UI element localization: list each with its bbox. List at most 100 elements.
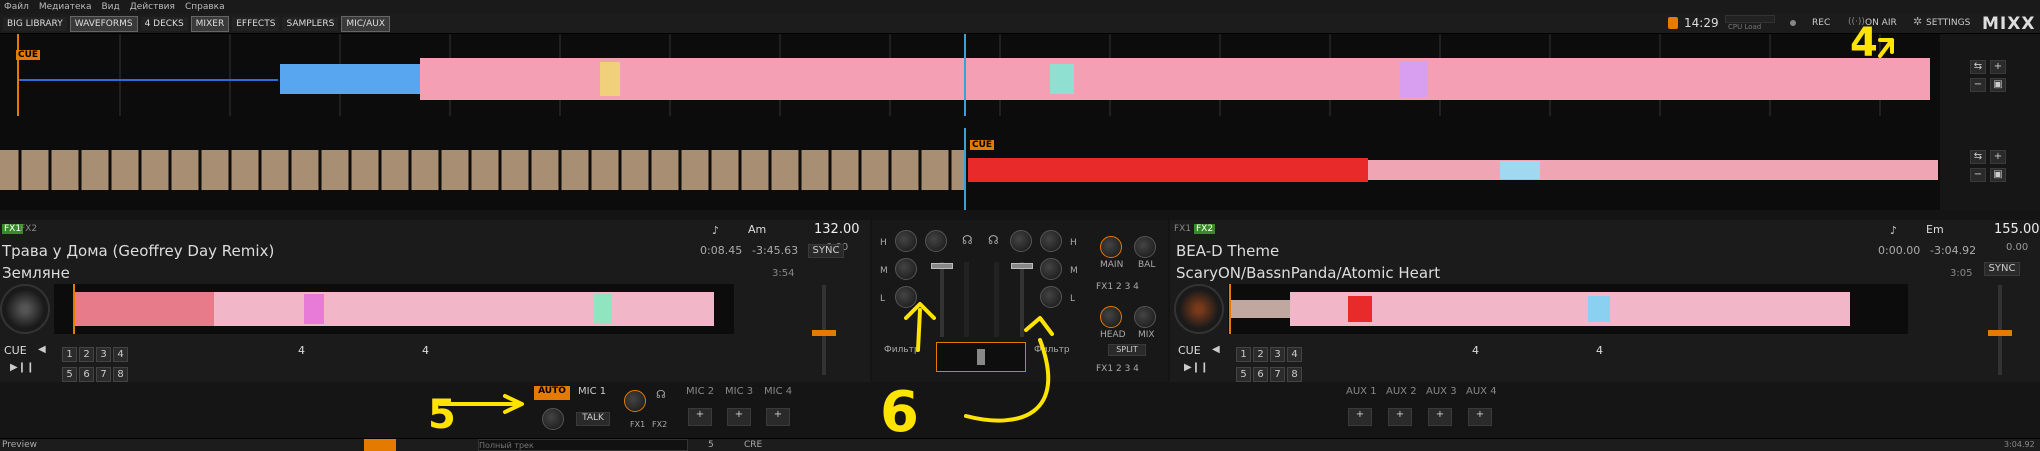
deck2-volume-cap[interactable] xyxy=(1011,263,1033,269)
deck2-eq-mid-knob[interactable] xyxy=(1040,258,1062,280)
deck2-volume-fader[interactable] xyxy=(1020,262,1024,337)
deck1-spinny[interactable] xyxy=(0,284,50,334)
deck1-fx2-toggle[interactable]: FX2 xyxy=(20,224,37,234)
deck2-lock-icon[interactable]: ▣ xyxy=(1990,168,2006,182)
mic1-headphones-icon[interactable]: ☊ xyxy=(656,388,666,401)
aux3-expand-icon[interactable]: + xyxy=(1428,408,1452,426)
deck2-eq-low-knob[interactable] xyxy=(1040,286,1062,308)
aux2-expand-icon[interactable]: + xyxy=(1388,408,1412,426)
deck2-beatjump-size[interactable]: 4 xyxy=(1596,344,1603,357)
fx-assign-3[interactable]: 3 xyxy=(1125,282,1131,292)
deck1-loop-size[interactable]: 4 xyxy=(298,344,305,357)
deck1-overview[interactable] xyxy=(54,284,734,334)
deck1-hotcue-7[interactable]: 7 xyxy=(96,367,111,382)
preview-deck-button[interactable] xyxy=(364,439,396,451)
headphone-gain-knob[interactable] xyxy=(1100,306,1122,328)
menu-file[interactable]: Файл xyxy=(4,2,29,12)
mic3-expand-icon[interactable]: + xyxy=(727,408,751,426)
mic4-expand-icon[interactable]: + xyxy=(766,408,790,426)
deck1-hotcue-1[interactable]: 1 xyxy=(62,347,77,362)
deck2-rate-handle[interactable] xyxy=(1988,330,2012,336)
deck2-waveform[interactable]: CUE xyxy=(0,128,1940,210)
deck2-hotcue-4[interactable]: 4 xyxy=(1287,347,1302,362)
talk-button[interactable]: TALK xyxy=(576,412,610,426)
deck2-cue-flag[interactable]: CUE xyxy=(970,140,995,150)
deck2-bpm[interactable]: 155.00 xyxy=(1994,222,2040,237)
deck1-cue-flag[interactable]: CUE xyxy=(16,50,41,60)
split-button[interactable]: SPLIT xyxy=(1108,344,1146,356)
deck2-key[interactable]: Em xyxy=(1926,223,1944,236)
deck2-sync-button[interactable]: SYNC xyxy=(1984,262,2020,276)
big-library-toggle[interactable]: BIG LIBRARY xyxy=(3,16,67,31)
deck1-eq-low-knob[interactable] xyxy=(895,286,917,308)
fx-assign-1[interactable]: FX1 xyxy=(1096,282,1113,292)
deck1-hotcue-5[interactable]: 5 xyxy=(62,367,77,382)
deck1-sync-button[interactable]: SYNC xyxy=(808,244,844,258)
deck1-volume-cap[interactable] xyxy=(931,263,953,269)
deck1-beatjump-size[interactable]: 4 xyxy=(422,344,429,357)
fx-assign-b-1[interactable]: FX1 xyxy=(1096,364,1113,374)
zoom-in-icon[interactable]: + xyxy=(1990,60,2006,74)
deck2-hotcue-7[interactable]: 7 xyxy=(1270,367,1285,382)
deck2-hotcue-2[interactable]: 2 xyxy=(1253,347,1268,362)
deck2-hotcue-3[interactable]: 3 xyxy=(1270,347,1285,362)
waveform-area[interactable]: CUE CUE xyxy=(0,34,1940,210)
deck1-eq-mid-knob[interactable] xyxy=(895,258,917,280)
deck2-overview[interactable] xyxy=(1228,284,1908,334)
deck1-volume-fader[interactable] xyxy=(940,262,944,337)
deck1-hotcue-6[interactable]: 6 xyxy=(79,367,94,382)
waveforms-toggle[interactable]: WAVEFORMS xyxy=(69,15,138,32)
menu-help[interactable]: Справка xyxy=(185,2,225,12)
fx-assign-4[interactable]: 4 xyxy=(1133,282,1139,292)
four-decks-toggle[interactable]: 4 DECKS xyxy=(140,16,188,31)
headphones-icon-2[interactable]: ☊ xyxy=(988,233,999,247)
deck1-waveform[interactable]: CUE xyxy=(0,34,1940,116)
aux1-expand-icon[interactable]: + xyxy=(1348,408,1372,426)
deck2-eq-high-knob[interactable] xyxy=(1040,230,1062,252)
deck2-hotcue-1[interactable]: 1 xyxy=(1236,347,1251,362)
mic1-fx2[interactable]: FX2 xyxy=(652,420,667,429)
mic2-expand-icon[interactable]: + xyxy=(688,408,712,426)
deck2-fx1-toggle[interactable]: FX1 xyxy=(1174,224,1191,234)
deck2-fx2-toggle[interactable]: FX2 xyxy=(1194,224,1216,234)
deck1-cue-button[interactable]: CUE xyxy=(4,344,27,357)
headphones-icon-1[interactable]: ☊ xyxy=(962,233,973,247)
settings-button[interactable]: SETTINGS xyxy=(1926,18,1970,28)
deck1-hotcue-2[interactable]: 2 xyxy=(79,347,94,362)
mic1-gain-knob[interactable] xyxy=(624,390,646,412)
deck2-cue-button[interactable]: CUE xyxy=(1178,344,1201,357)
deck1-hotcue-4[interactable]: 4 xyxy=(113,347,128,362)
library-search-input[interactable] xyxy=(478,439,688,451)
deck2-reverse-icon[interactable]: ◀ xyxy=(1212,344,1220,355)
deck2-spinny[interactable] xyxy=(1174,284,1224,334)
lock-icon[interactable]: ▣ xyxy=(1990,78,2006,92)
deck2-play-icon[interactable]: ▶❙❙ xyxy=(1184,362,1208,373)
duck-strength-knob[interactable] xyxy=(542,408,564,430)
deck1-hotcue-8[interactable]: 8 xyxy=(113,367,128,382)
deck2-loop-size[interactable]: 4 xyxy=(1472,344,1479,357)
deck2-zoom-out-icon[interactable]: − xyxy=(1970,168,1986,182)
menu-view[interactable]: Вид xyxy=(102,2,120,12)
rec-button[interactable]: REC xyxy=(1812,18,1830,28)
balance-knob[interactable] xyxy=(1134,236,1156,258)
fx-assign-b-2[interactable]: 2 xyxy=(1116,364,1122,374)
fx-assign-2[interactable]: 2 xyxy=(1116,282,1122,292)
samplers-toggle[interactable]: SAMPLERS xyxy=(282,16,339,31)
effects-toggle[interactable]: EFFECTS xyxy=(232,16,280,31)
mic-aux-toggle[interactable]: MIC/AUX xyxy=(341,15,390,32)
deck2-gain-knob[interactable] xyxy=(1010,230,1032,252)
sync-lock-icon[interactable]: ⇆ xyxy=(1970,60,1986,74)
fx-assign-b-4[interactable]: 4 xyxy=(1133,364,1139,374)
deck2-hotcue-6[interactable]: 6 xyxy=(1253,367,1268,382)
crossfader[interactable] xyxy=(936,342,1026,372)
menu-library[interactable]: Медиатека xyxy=(39,2,92,12)
mic1-fx1[interactable]: FX1 xyxy=(630,420,645,429)
headphone-mix-knob[interactable] xyxy=(1134,306,1156,328)
deck1-play-icon[interactable]: ▶❙❙ xyxy=(10,362,34,373)
zoom-out-icon[interactable]: − xyxy=(1970,78,1986,92)
deck2-sync-lock-icon[interactable]: ⇆ xyxy=(1970,150,1986,164)
main-gain-knob[interactable] xyxy=(1100,236,1122,258)
deck1-bpm[interactable]: 132.00 xyxy=(814,222,860,237)
deck1-rate-handle[interactable] xyxy=(812,330,836,336)
crossfader-handle[interactable] xyxy=(977,349,985,365)
